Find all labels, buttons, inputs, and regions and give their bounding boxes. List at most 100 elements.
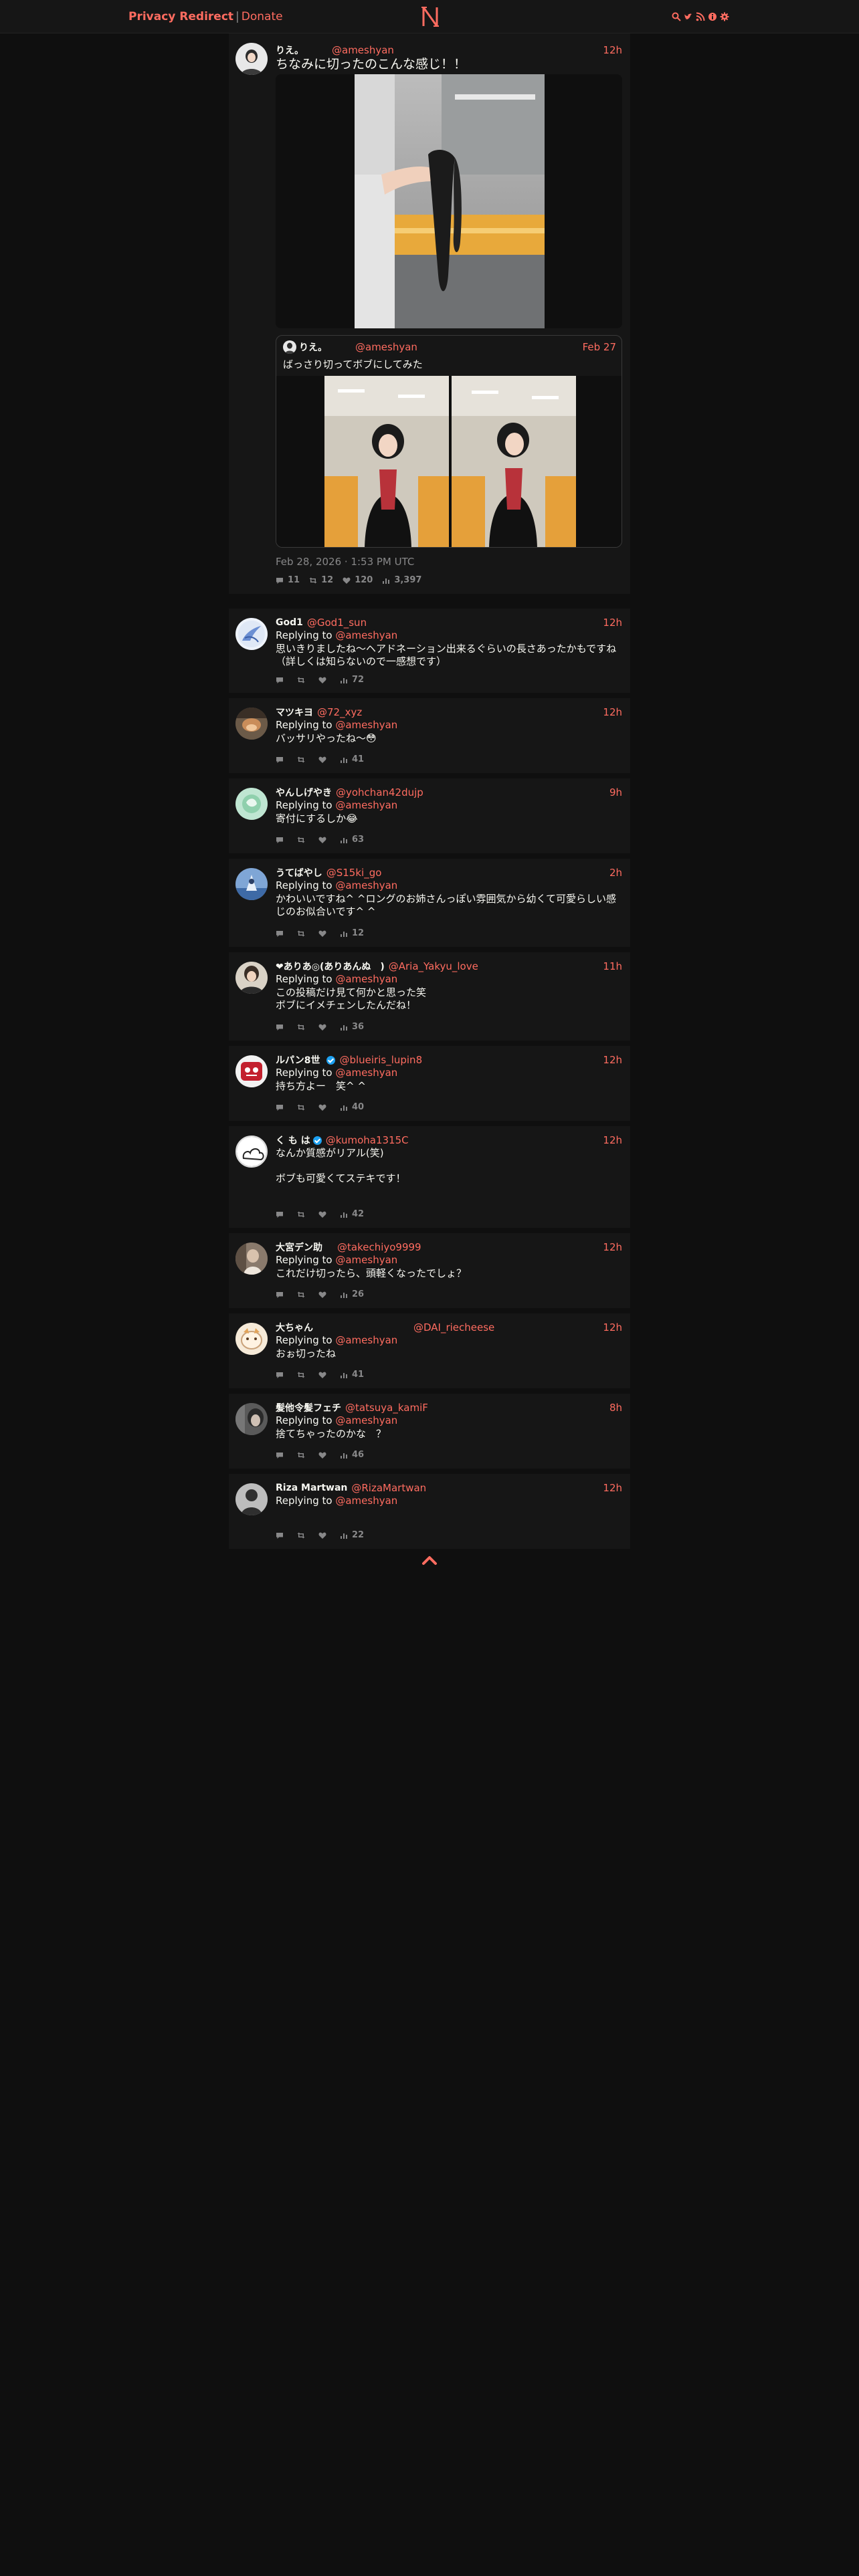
search-icon[interactable] (672, 12, 681, 21)
avatar[interactable] (235, 868, 268, 900)
avatar[interactable] (235, 43, 268, 75)
retweet-stat[interactable] (297, 1291, 309, 1299)
username[interactable]: @kumoha1315C (326, 1134, 409, 1146)
replying-to-link[interactable]: @ameshyan (335, 1254, 397, 1266)
avatar[interactable] (235, 1136, 268, 1168)
username[interactable]: @yohchan42dujp (336, 786, 423, 798)
reply-tweet[interactable]: God1 @God1_sun 12h Replying to @ameshyan… (229, 609, 630, 693)
username[interactable]: @RizaMartwan (351, 1482, 426, 1494)
retweet-stat[interactable] (297, 1531, 309, 1539)
nitter-logo[interactable] (420, 5, 440, 28)
tweet-date[interactable]: 12h (603, 617, 622, 629)
avatar[interactable] (235, 618, 268, 650)
reply-tweet[interactable]: 大宮デン助 @takechiyo9999 12h Replying to @am… (229, 1233, 630, 1308)
reply-stat[interactable] (276, 1210, 288, 1218)
tweet-date[interactable]: 12h (603, 1241, 622, 1253)
retweet-stat[interactable] (297, 1023, 309, 1031)
like-stat[interactable] (318, 1103, 330, 1111)
privacy-redirect-link[interactable]: Privacy Redirect (128, 10, 233, 23)
like-stat[interactable] (318, 1371, 330, 1379)
tweet-date[interactable]: 12h (603, 1321, 622, 1333)
retweet-stat[interactable] (297, 756, 309, 764)
quote-tweet[interactable]: りえ。 @ameshyan Feb 27 ばっさり切ってボブにしてみた (276, 335, 622, 548)
fullname[interactable]: く も は (276, 1134, 310, 1147)
like-stat[interactable] (318, 1210, 330, 1218)
like-stat[interactable] (318, 756, 330, 764)
replying-to-link[interactable]: @ameshyan (335, 1334, 397, 1346)
reply-tweet[interactable]: Riza Martwan @RizaMartwan 12h Replying t… (229, 1474, 630, 1549)
replying-to-link[interactable]: @ameshyan (335, 973, 397, 985)
reply-tweet[interactable]: マツキヨ @72_xyz 12h Replying to @ameshyan バ… (229, 698, 630, 773)
username[interactable]: @takechiyo9999 (337, 1241, 421, 1253)
fullname[interactable]: やんしげやき (276, 786, 332, 799)
replying-to-link[interactable]: @ameshyan (335, 879, 397, 891)
reply-stat[interactable]: 11 (276, 575, 300, 585)
reply-tweet[interactable]: く も は @kumoha1315C 12h なんか質感がリアル(笑) ボブも可… (229, 1126, 630, 1228)
tweet-date[interactable]: 12h (603, 706, 622, 718)
quote-username[interactable]: @ameshyan (355, 341, 417, 353)
like-stat[interactable] (318, 836, 330, 844)
tweet-date[interactable]: 2h (609, 867, 622, 879)
tweet-date[interactable]: 11h (603, 960, 622, 972)
like-stat[interactable] (318, 1531, 330, 1539)
reply-tweet[interactable]: やんしげやき @yohchan42dujp 9h Replying to @am… (229, 778, 630, 853)
like-stat[interactable] (318, 1451, 330, 1459)
reply-stat[interactable] (276, 676, 288, 684)
gear-icon[interactable] (720, 12, 729, 21)
avatar[interactable] (235, 1403, 268, 1435)
like-stat[interactable] (318, 676, 330, 684)
tweet-image[interactable] (276, 74, 622, 328)
tweet-date[interactable]: 12h (603, 1054, 622, 1066)
reply-stat[interactable] (276, 756, 288, 764)
reply-tweet[interactable]: 大ちゃん @DAI_riecheese 12h Replying to @ame… (229, 1313, 630, 1388)
username[interactable]: @Aria_Yakyu_love (389, 960, 478, 972)
retweet-stat[interactable] (297, 676, 309, 684)
fullname[interactable]: ❤ありあ◎(ありあんぬ ) (276, 960, 385, 973)
reply-stat[interactable] (276, 1291, 288, 1299)
retweet-stat[interactable] (297, 836, 309, 844)
twitter-icon[interactable] (684, 12, 693, 21)
like-stat[interactable] (318, 930, 330, 938)
info-icon[interactable] (708, 12, 717, 21)
tweet-date[interactable]: 12h (603, 44, 622, 56)
reply-stat[interactable] (276, 1371, 288, 1379)
published-date[interactable]: Feb 28, 2026 · 1:53 PM UTC (276, 556, 414, 568)
reply-tweet[interactable]: ルパン8世 @blueiris_lupin8 12h Replying to @… (229, 1046, 630, 1121)
reply-tweet[interactable]: 髪他令髪フェチ @tatsuya_kamiF 8h Replying to @a… (229, 1394, 630, 1469)
avatar[interactable] (235, 1323, 268, 1355)
scroll-to-top-icon[interactable] (421, 1555, 438, 1566)
username[interactable]: @DAI_riecheese (413, 1321, 494, 1333)
retweet-stat[interactable]: 12 (309, 575, 333, 585)
retweet-stat[interactable] (297, 1210, 309, 1218)
reply-stat[interactable] (276, 1531, 288, 1539)
tweet-date[interactable]: 9h (609, 786, 622, 798)
retweet-stat[interactable] (297, 1103, 309, 1111)
avatar[interactable] (235, 1483, 268, 1515)
username[interactable]: @blueiris_lupin8 (339, 1054, 422, 1066)
fullname[interactable]: Riza Martwan (276, 1483, 347, 1493)
fullname[interactable]: 髪他令髪フェチ (276, 1401, 341, 1414)
replying-to-link[interactable]: @ameshyan (335, 1495, 397, 1507)
retweet-stat[interactable] (297, 1451, 309, 1459)
reply-stat[interactable] (276, 1451, 288, 1459)
reply-stat[interactable] (276, 1023, 288, 1031)
avatar[interactable] (235, 708, 268, 740)
username[interactable]: @72_xyz (317, 706, 362, 718)
like-stat[interactable] (318, 1291, 330, 1299)
username[interactable]: @S15ki_go (326, 867, 382, 879)
replying-to-link[interactable]: @ameshyan (335, 719, 397, 731)
reply-stat[interactable] (276, 930, 288, 938)
reply-stat[interactable] (276, 1103, 288, 1111)
donate-link[interactable]: Donate (242, 10, 283, 23)
avatar[interactable] (235, 1243, 268, 1275)
retweet-stat[interactable] (297, 930, 309, 938)
replying-to-link[interactable]: @ameshyan (335, 799, 397, 811)
quote-fullname[interactable]: りえ。 (299, 340, 327, 354)
tweet-date[interactable]: 8h (609, 1402, 622, 1414)
like-stat[interactable]: 120 (343, 575, 373, 585)
fullname[interactable]: 大宮デン助 (276, 1241, 322, 1254)
reply-tweet[interactable]: うてばやし @S15ki_go 2h Replying to @ameshyan… (229, 859, 630, 947)
fullname[interactable]: God1 (276, 617, 303, 628)
reply-tweet[interactable]: ❤ありあ◎(ありあんぬ ) @Aria_Yakyu_love 11h Reply… (229, 952, 630, 1041)
replying-to-link[interactable]: @ameshyan (335, 1067, 397, 1079)
